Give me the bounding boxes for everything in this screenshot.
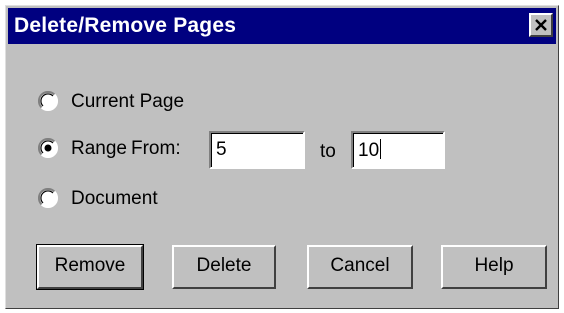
close-icon xyxy=(535,19,547,31)
radio-current-page[interactable]: Current Page xyxy=(38,89,238,115)
close-button[interactable] xyxy=(529,13,553,37)
remove-button[interactable]: Remove xyxy=(36,244,144,290)
radio-range[interactable]: Range From: xyxy=(38,136,213,162)
dialog-title: Delete/Remove Pages xyxy=(14,14,237,37)
delete-remove-pages-dialog: Delete/Remove Pages Current Page Range F… xyxy=(5,5,559,309)
range-from-value: 5 xyxy=(216,139,227,160)
radio-label-range: Range xyxy=(71,138,127,159)
range-from-input[interactable]: 5 xyxy=(209,131,305,169)
range-to-input[interactable]: 10 xyxy=(351,131,445,169)
delete-button[interactable]: Delete xyxy=(172,245,276,289)
radio-document[interactable]: Document xyxy=(38,186,218,212)
text-caret xyxy=(380,139,382,159)
radio-label-current-page: Current Page xyxy=(71,91,185,112)
help-button[interactable]: Help xyxy=(441,245,547,289)
title-bar[interactable]: Delete/Remove Pages xyxy=(8,8,556,44)
to-label: to xyxy=(320,141,336,162)
range-to-value: 10 xyxy=(358,139,382,162)
radio-label-document: Document xyxy=(71,188,158,209)
cancel-button[interactable]: Cancel xyxy=(307,245,413,289)
radio-button-icon[interactable] xyxy=(38,91,58,111)
from-label: From: xyxy=(131,138,181,159)
radio-button-selected-icon[interactable] xyxy=(38,138,58,158)
radio-button-icon[interactable] xyxy=(38,188,58,208)
range-to-text: 10 xyxy=(358,140,380,161)
